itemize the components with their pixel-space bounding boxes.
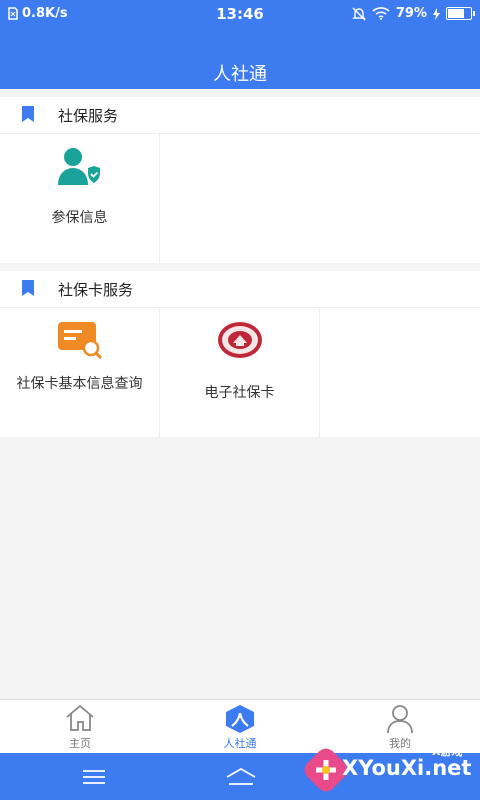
app-header: 人社通 xyxy=(0,28,480,89)
tab-home[interactable]: 主页 xyxy=(0,700,160,754)
watermark-logo: XYouXi.net X游戏 xyxy=(300,742,480,800)
charging-icon xyxy=(433,7,440,20)
tab-renshetong[interactable]: 人社通 xyxy=(160,700,320,754)
insurance-info-item[interactable]: 参保信息 xyxy=(0,134,160,263)
social-card-section: 社保卡服务 社保卡基本信息查询 电子社保卡 xyxy=(0,271,480,437)
page-title: 人社通 xyxy=(213,64,267,85)
section-header: 社保卡服务 xyxy=(0,271,480,308)
card-info-query-item[interactable]: 社保卡基本信息查询 xyxy=(0,308,160,437)
social-insurance-section: 社保服务 参保信息 xyxy=(0,97,480,263)
status-bar: 0.8K/s 13:46 79% xyxy=(0,0,480,28)
battery-icon xyxy=(446,7,475,20)
tab-label: 主页 xyxy=(69,737,91,750)
watermark-text: XYouXi.net xyxy=(342,756,472,780)
battery-percent: 79% xyxy=(395,6,427,21)
item-label: 电子社保卡 xyxy=(204,385,275,401)
menu-icon[interactable] xyxy=(83,769,105,785)
watermark-small-text: X游戏 xyxy=(432,745,463,758)
section-header: 社保服务 xyxy=(0,97,480,134)
section-title: 社保服务 xyxy=(58,107,119,125)
bookmark-icon xyxy=(22,280,34,296)
card-search-icon xyxy=(58,322,103,359)
social-security-badge-icon xyxy=(218,322,262,358)
person-shield-icon xyxy=(58,148,102,185)
empty-cell xyxy=(320,308,479,437)
home-nav-icon[interactable] xyxy=(225,767,257,785)
section-title: 社保卡服务 xyxy=(58,281,134,299)
home-icon xyxy=(66,704,94,731)
mute-bell-icon xyxy=(352,7,366,20)
bookmark-icon xyxy=(22,106,34,122)
wifi-icon xyxy=(372,7,390,20)
tab-label: 人社通 xyxy=(223,737,257,750)
electronic-card-item[interactable]: 电子社保卡 xyxy=(160,308,320,437)
people-icon xyxy=(226,705,254,733)
item-label: 参保信息 xyxy=(51,210,108,226)
item-label: 社保卡基本信息查询 xyxy=(16,376,143,392)
user-icon xyxy=(387,705,413,734)
